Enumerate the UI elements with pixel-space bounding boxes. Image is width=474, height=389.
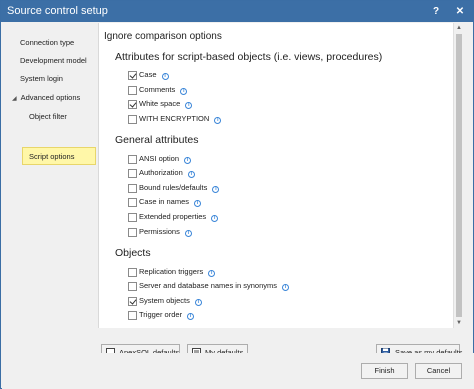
option-label: White space [139,99,181,108]
info-icon[interactable]: i [208,270,216,277]
cancel-button[interactable]: Cancel [415,363,462,379]
sidebar-item-object-filter[interactable]: Object filter [29,112,67,121]
close-button[interactable]: ✕ [451,3,469,20]
checkbox[interactable] [128,155,137,164]
sidebar-item-script-options[interactable]: Script options [22,147,96,165]
checkbox[interactable] [128,100,137,109]
sidebar-nav: Connection type Development model System… [2,23,98,353]
sidebar-item-development-model[interactable]: Development model [20,56,87,65]
vertical-scrollbar[interactable]: ▲ ▼ [453,23,464,328]
scroll-up-arrow-icon[interactable]: ▲ [454,23,464,33]
scroll-down-arrow-icon[interactable]: ▼ [454,318,464,328]
checkbox[interactable] [128,169,137,178]
sidebar-item-system-login[interactable]: System login [20,74,63,83]
checkbox[interactable] [128,228,137,237]
section-heading: Ignore comparison options [104,31,222,42]
group-title-objects: Objects [115,247,151,259]
expand-triangle-icon[interactable]: ◢ [12,95,17,102]
option-label: Server and database names in synonyms [139,281,277,290]
checkbox[interactable] [128,115,137,124]
option-label: Bound rules/defaults [139,183,208,192]
scroll-thumb[interactable] [456,34,462,317]
checkbox[interactable] [128,297,137,306]
sidebar-item-advanced-options[interactable]: ◢ Advanced options [12,93,80,102]
checkbox[interactable] [128,198,137,207]
option-label: Replication triggers [139,267,204,276]
checkbox[interactable] [128,71,137,80]
sidebar-item-label: Advanced options [20,93,81,102]
option-label: Permissions [139,227,180,236]
checkbox[interactable] [128,311,137,320]
info-icon[interactable]: i [212,186,220,193]
info-icon[interactable]: i [194,299,202,306]
info-icon[interactable]: i [194,200,202,207]
source-control-setup-window: Source control setup ? ✕ Connection type… [0,0,474,389]
checkbox[interactable] [128,184,137,193]
info-icon[interactable]: i [187,171,195,178]
option-label: Extended properties [139,212,207,221]
option-label: Comments [139,85,176,94]
options-panel: Ignore comparison options Attributes for… [98,23,453,328]
option-label: ANSI option [139,154,180,163]
option-label: WITH ENCRYPTION [139,114,210,123]
sidebar-item-label: Script options [29,152,75,161]
window-title: Source control setup [7,5,108,17]
option-label: Trigger order [139,310,183,319]
info-icon[interactable]: i [214,117,222,124]
info-icon[interactable]: i [184,157,192,164]
sidebar-item-connection-type[interactable]: Connection type [20,38,74,47]
checkbox[interactable] [128,268,137,277]
checkbox[interactable] [128,282,137,291]
info-icon[interactable]: i [187,313,195,320]
option-label: Case in names [139,197,190,206]
help-button[interactable]: ? [427,3,445,20]
checkbox[interactable] [128,86,137,95]
group-title-script-attributes: Attributes for script-based objects (i.e… [115,51,383,63]
option-label: Authorization [139,168,183,177]
info-icon[interactable]: i [161,73,169,80]
checkbox[interactable] [128,213,137,222]
option-label: System objects [139,296,190,305]
info-icon[interactable]: i [180,88,188,95]
info-icon[interactable]: i [184,230,192,237]
group-title-general-attributes: General attributes [115,134,199,146]
option-label: Case [139,70,157,79]
info-icon[interactable]: i [282,284,289,291]
title-bar: Source control setup ? ✕ [1,1,473,22]
info-icon[interactable]: i [211,215,219,222]
finish-button[interactable]: Finish [361,363,408,379]
info-icon[interactable]: i [185,102,193,109]
